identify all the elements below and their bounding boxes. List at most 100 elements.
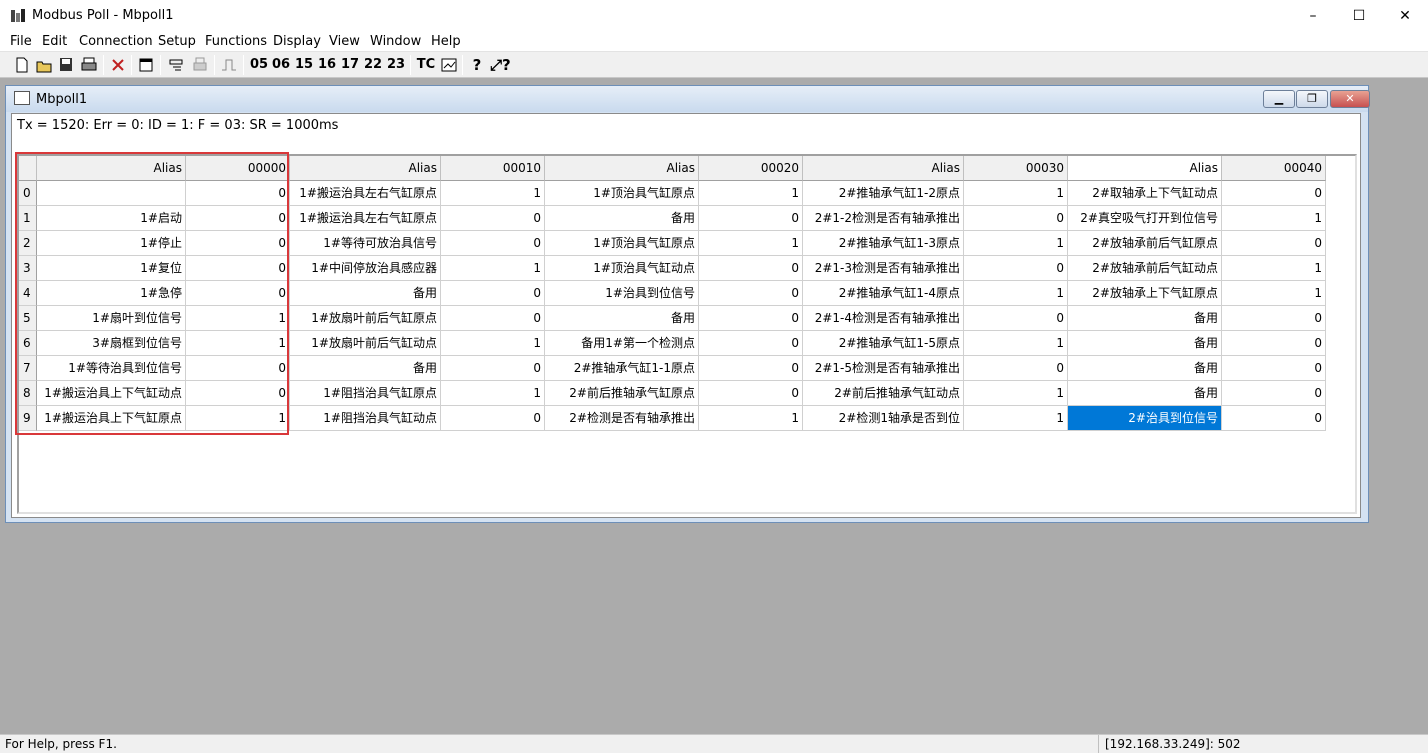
- alias-cell[interactable]: 2#推轴承气缸1-2原点: [803, 181, 964, 206]
- print-disabled-icon[interactable]: [191, 55, 209, 75]
- fc06-button[interactable]: 06: [272, 55, 290, 75]
- register-value-cell[interactable]: 0: [186, 181, 290, 206]
- register-value-cell[interactable]: 1: [699, 181, 803, 206]
- alias-cell[interactable]: 2#推轴承气缸1-5原点: [803, 331, 964, 356]
- register-value-cell[interactable]: 0: [699, 206, 803, 231]
- register-value-cell[interactable]: 1: [186, 306, 290, 331]
- fc23-button[interactable]: 23: [387, 55, 405, 75]
- register-value-cell[interactable]: 1: [1222, 256, 1326, 281]
- register-value-cell[interactable]: 1: [441, 256, 545, 281]
- save-icon[interactable]: [58, 55, 74, 75]
- alias-cell[interactable]: 1#等待治具到位信号: [37, 356, 186, 381]
- register-value-cell[interactable]: 0: [1222, 181, 1326, 206]
- menu-help[interactable]: Help: [431, 34, 461, 49]
- child-minimize-button[interactable]: ▁: [1263, 90, 1295, 108]
- alias-cell[interactable]: 备用: [290, 356, 441, 381]
- close-button[interactable]: ✕: [1382, 0, 1428, 32]
- register-value-cell[interactable]: 0: [186, 356, 290, 381]
- alias-cell[interactable]: 备用: [1068, 356, 1222, 381]
- alias-cell[interactable]: 1#停止: [37, 231, 186, 256]
- register-value-cell[interactable]: 0: [699, 256, 803, 281]
- row-header[interactable]: 0: [19, 181, 37, 206]
- row-header[interactable]: 1: [19, 206, 37, 231]
- alias-cell[interactable]: 2#前后推轴承气缸动点: [803, 381, 964, 406]
- register-value-cell[interactable]: 0: [1222, 406, 1326, 431]
- alias-cell[interactable]: 2#1-3检测是否有轴承推出: [803, 256, 964, 281]
- register-value-cell[interactable]: 1: [699, 231, 803, 256]
- alias-cell[interactable]: 2#检测是否有轴承推出: [545, 406, 699, 431]
- register-value-cell[interactable]: 0: [1222, 381, 1326, 406]
- register-value-cell[interactable]: 1: [699, 406, 803, 431]
- alias-cell[interactable]: 1#阻挡治具气缸原点: [290, 381, 441, 406]
- alias-column-header[interactable]: Alias: [545, 156, 699, 181]
- menu-window[interactable]: Window: [370, 34, 421, 49]
- row-header[interactable]: 3: [19, 256, 37, 281]
- alias-cell[interactable]: 1#顶治具气缸动点: [545, 256, 699, 281]
- menu-connection[interactable]: Connection: [79, 34, 153, 49]
- alias-cell[interactable]: 1#中间停放治具感应器: [290, 256, 441, 281]
- alias-column-header[interactable]: Alias: [37, 156, 186, 181]
- alias-column-header[interactable]: Alias: [803, 156, 964, 181]
- register-value-cell[interactable]: 0: [186, 256, 290, 281]
- menu-functions[interactable]: Functions: [205, 34, 267, 49]
- row-header[interactable]: 2: [19, 231, 37, 256]
- alias-cell[interactable]: 备用: [1068, 306, 1222, 331]
- register-value-cell[interactable]: 0: [699, 356, 803, 381]
- window-icon[interactable]: [138, 55, 154, 75]
- disconnect-icon[interactable]: [110, 55, 126, 75]
- register-value-cell[interactable]: 0: [699, 381, 803, 406]
- alias-cell[interactable]: [37, 181, 186, 206]
- register-value-cell[interactable]: 1: [964, 406, 1068, 431]
- register-value-cell[interactable]: 1: [186, 406, 290, 431]
- alias-cell[interactable]: 1#搬运治具上下气缸原点: [37, 406, 186, 431]
- alias-column-header[interactable]: Alias: [1068, 156, 1222, 181]
- register-value-cell[interactable]: 0: [441, 306, 545, 331]
- fc05-button[interactable]: 05: [250, 55, 268, 75]
- register-value-cell[interactable]: 0: [186, 281, 290, 306]
- row-header[interactable]: 8: [19, 381, 37, 406]
- alias-cell[interactable]: 备用1#第一个检测点: [545, 331, 699, 356]
- alias-cell[interactable]: 2#放轴承前后气缸原点: [1068, 231, 1222, 256]
- register-value-cell[interactable]: 0: [964, 356, 1068, 381]
- address-column-header[interactable]: 00030: [964, 156, 1068, 181]
- open-folder-icon[interactable]: [36, 55, 52, 75]
- register-value-cell[interactable]: 0: [186, 231, 290, 256]
- alias-cell[interactable]: 备用: [1068, 331, 1222, 356]
- alias-cell[interactable]: 1#复位: [37, 256, 186, 281]
- alias-cell[interactable]: 1#启动: [37, 206, 186, 231]
- minimize-button[interactable]: –: [1290, 0, 1336, 32]
- alias-cell[interactable]: 2#推轴承气缸1-4原点: [803, 281, 964, 306]
- alias-cell[interactable]: 备用: [545, 306, 699, 331]
- menu-edit[interactable]: Edit: [42, 34, 67, 49]
- register-value-cell[interactable]: 1: [964, 331, 1068, 356]
- row-header[interactable]: 7: [19, 356, 37, 381]
- register-value-cell[interactable]: 0: [441, 356, 545, 381]
- register-value-cell[interactable]: 1: [1222, 206, 1326, 231]
- register-value-cell[interactable]: 1: [964, 231, 1068, 256]
- register-value-cell[interactable]: 0: [699, 331, 803, 356]
- register-value-cell[interactable]: 0: [1222, 231, 1326, 256]
- alias-cell[interactable]: 2#真空吸气打开到位信号: [1068, 206, 1222, 231]
- alias-column-header[interactable]: Alias: [290, 156, 441, 181]
- register-value-cell[interactable]: 0: [441, 281, 545, 306]
- register-value-cell[interactable]: 1: [441, 381, 545, 406]
- alias-cell[interactable]: 1#等待可放治具信号: [290, 231, 441, 256]
- register-value-cell[interactable]: 0: [186, 206, 290, 231]
- alias-cell[interactable]: 1#搬运治具上下气缸动点: [37, 381, 186, 406]
- alias-cell[interactable]: 1#急停: [37, 281, 186, 306]
- register-value-cell[interactable]: 0: [699, 281, 803, 306]
- print-icon[interactable]: [80, 55, 98, 75]
- alias-cell[interactable]: 2#治具到位信号: [1068, 406, 1222, 431]
- register-value-cell[interactable]: 0: [441, 206, 545, 231]
- register-value-cell[interactable]: 0: [699, 306, 803, 331]
- row-header[interactable]: 6: [19, 331, 37, 356]
- row-header[interactable]: 4: [19, 281, 37, 306]
- register-value-cell[interactable]: 0: [1222, 331, 1326, 356]
- pulse-icon[interactable]: [220, 55, 238, 75]
- child-restore-button[interactable]: ❐: [1296, 90, 1328, 108]
- register-value-cell[interactable]: 0: [1222, 306, 1326, 331]
- register-value-cell[interactable]: 1: [964, 381, 1068, 406]
- help-icon[interactable]: ?: [469, 55, 485, 75]
- alias-cell[interactable]: 1#放扇叶前后气缸原点: [290, 306, 441, 331]
- alias-cell[interactable]: 1#顶治具气缸原点: [545, 181, 699, 206]
